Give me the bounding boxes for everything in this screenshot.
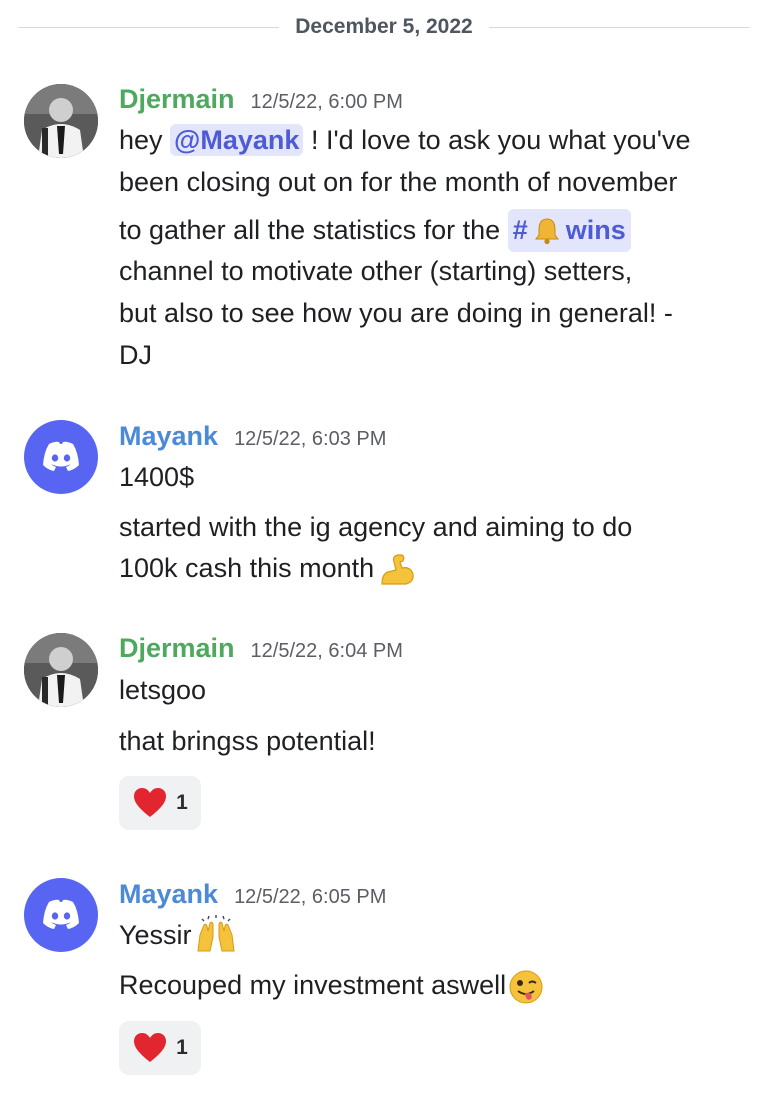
channel-hash: # bbox=[512, 215, 528, 245]
text-segment: ! I'd love to ask you what you've bbox=[303, 125, 691, 155]
message-line: hey @Mayank ! I'd love to ask you what y… bbox=[119, 120, 690, 161]
user-photo-icon bbox=[24, 84, 98, 158]
avatar-mayank[interactable] bbox=[24, 420, 98, 494]
message-line: to gather all the statistics for the # wi… bbox=[119, 209, 631, 252]
timestamp: 12/5/22, 6:03 PM bbox=[234, 428, 387, 450]
user-mention[interactable]: @Mayank bbox=[170, 124, 304, 156]
message-line: Recouped my investment aswell bbox=[119, 965, 544, 1006]
timestamp: 12/5/22, 6:05 PM bbox=[234, 886, 387, 908]
red-heart-emoji bbox=[134, 788, 167, 817]
channel-name: wins bbox=[565, 215, 626, 245]
message-line: 1400$ bbox=[119, 462, 195, 492]
message-line: started with the ig agency and aiming to… bbox=[119, 512, 633, 542]
text-segment: hey bbox=[119, 125, 171, 155]
message-header: Mayank 12/5/22, 6:05 PM bbox=[119, 879, 386, 910]
reaction-count: 1 bbox=[176, 1036, 188, 1059]
message-line: letsgoo bbox=[119, 675, 207, 705]
discord-logo-icon bbox=[43, 899, 79, 929]
timestamp: 12/5/22, 6:04 PM bbox=[250, 640, 403, 662]
message-line: channel to motivate other (starting) set… bbox=[119, 256, 633, 286]
text-segment: Recouped my investment aswell bbox=[119, 970, 507, 1000]
text-segment: Yessir bbox=[119, 920, 192, 950]
date-divider: December 5, 2022 bbox=[18, 12, 750, 42]
author-name[interactable]: Djermain bbox=[119, 633, 235, 664]
author-name[interactable]: Mayank bbox=[119, 879, 218, 910]
reaction-heart[interactable]: 1 bbox=[119, 776, 201, 830]
date-divider-label: December 5, 2022 bbox=[295, 15, 473, 38]
text-segment: to gather all the statistics for the bbox=[119, 215, 508, 245]
message-line: DJ bbox=[119, 340, 152, 370]
message-line: been closing out on for the month of nov… bbox=[119, 167, 678, 197]
avatar-djermain[interactable] bbox=[24, 633, 98, 707]
message-header: Djermain 12/5/22, 6:04 PM bbox=[119, 633, 403, 664]
reaction-heart[interactable]: 1 bbox=[119, 1021, 201, 1075]
author-name[interactable]: Djermain bbox=[119, 84, 235, 115]
message-line: but also to see how you are doing in gen… bbox=[119, 298, 673, 328]
red-heart-emoji bbox=[134, 1033, 167, 1062]
divider-line-left bbox=[18, 26, 280, 28]
avatar-djermain[interactable] bbox=[24, 84, 98, 158]
flexed-biceps-emoji bbox=[381, 554, 414, 585]
message-header: Mayank 12/5/22, 6:03 PM bbox=[119, 421, 386, 452]
winking-tongue-emoji bbox=[509, 970, 543, 1004]
timestamp: 12/5/22, 6:00 PM bbox=[250, 91, 403, 113]
bell-icon bbox=[534, 217, 559, 244]
message-header: Djermain 12/5/22, 6:00 PM bbox=[119, 84, 403, 115]
divider-line-right bbox=[488, 26, 750, 28]
message-line: that bringss potential! bbox=[119, 726, 376, 756]
reaction-count: 1 bbox=[176, 791, 188, 814]
author-name[interactable]: Mayank bbox=[119, 421, 218, 452]
message-line: 100k cash this month bbox=[119, 548, 416, 589]
avatar-mayank[interactable] bbox=[24, 878, 98, 952]
message-line: Yessir bbox=[119, 914, 238, 956]
chat-view: December 5, 2022 Djermain 12/5/22, 6:00 … bbox=[0, 0, 768, 1101]
user-photo-icon bbox=[24, 633, 98, 707]
channel-mention-wins[interactable]: # wins bbox=[507, 209, 631, 252]
text-segment: 100k cash this month bbox=[119, 553, 375, 583]
discord-logo-icon bbox=[43, 441, 79, 471]
raised-hands-emoji bbox=[196, 914, 235, 952]
